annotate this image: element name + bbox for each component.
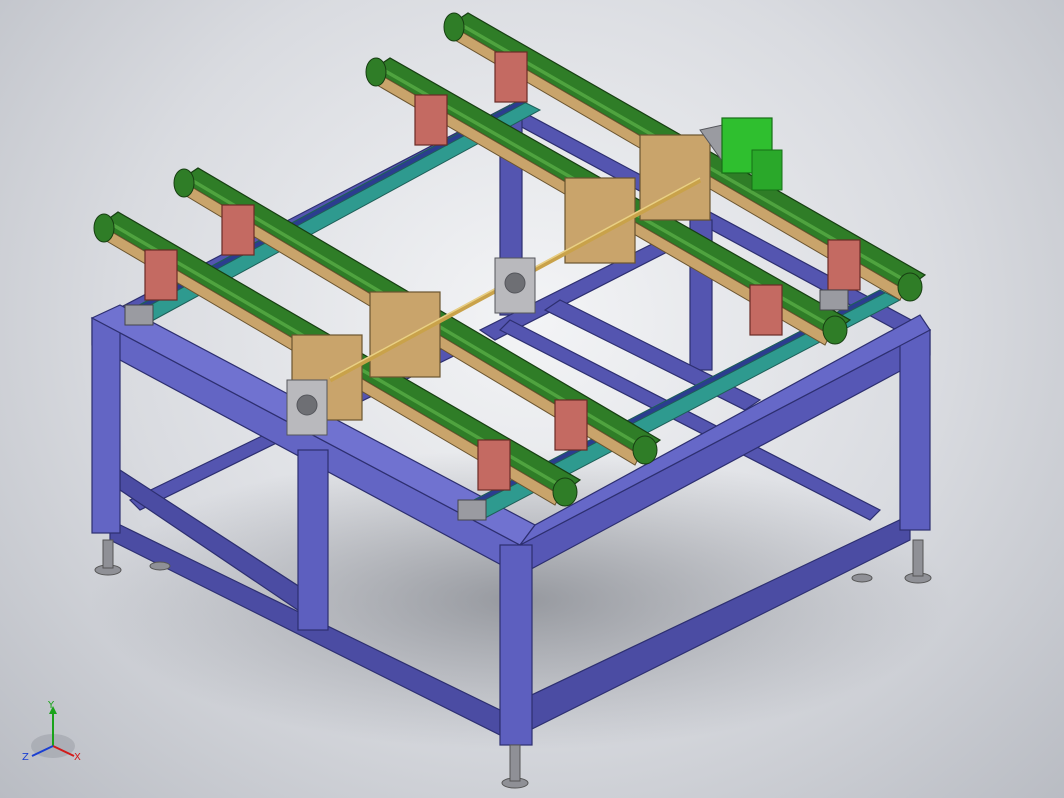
axis-triad[interactable]: Y X Z [18,700,88,770]
z-axis-label: Z [22,752,29,763]
cad-viewport[interactable]: Y X Z [0,0,1064,798]
conveyor-3d-model[interactable] [0,0,1064,798]
y-axis-label: Y [47,700,55,711]
x-axis-label: X [74,752,81,763]
